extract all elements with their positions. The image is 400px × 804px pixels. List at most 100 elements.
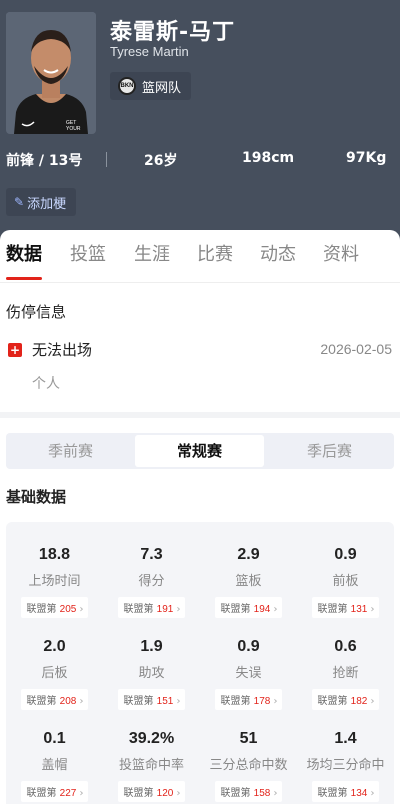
stat-value: 1.4	[334, 730, 357, 747]
stat-value: 39.2%	[128, 730, 175, 747]
tab-news[interactable]: 动态	[260, 240, 296, 266]
season-tab-preseason[interactable]: 季前赛	[6, 433, 135, 469]
stat-cell: 0.1 盖帽 联盟第 227 ›	[6, 730, 103, 802]
stat-cell: 51 三分总命中数 联盟第 158 ›	[200, 730, 297, 802]
active-tab-indicator	[6, 277, 42, 280]
team-chip[interactable]: BKN 篮网队	[110, 72, 192, 100]
season-tab-playoffs[interactable]: 季后赛	[265, 433, 394, 469]
injury-reason: 个人	[32, 376, 60, 392]
stat-rank-badge[interactable]: 联盟第 191 ›	[118, 597, 185, 618]
tab-data[interactable]: 数据	[6, 240, 42, 266]
stat-rank-badge[interactable]: 联盟第 178 ›	[215, 689, 282, 710]
main-card: 数据 投篮 生涯 比赛 动态 资料 伤停信息 + 无法出场 2026-02-05…	[0, 230, 400, 412]
stat-value: 0.1	[43, 730, 66, 747]
chevron-right-icon: ›	[176, 696, 181, 707]
add-meme-button[interactable]: ✎ 添加梗	[6, 188, 77, 216]
rank-prefix: 联盟第	[123, 604, 154, 615]
rank-number: 134	[350, 788, 368, 799]
chevron-right-icon: ›	[370, 604, 375, 615]
stat-label: 前板	[332, 574, 359, 589]
tab-profile[interactable]: 资料	[323, 240, 359, 266]
rank-prefix: 联盟第	[123, 696, 154, 707]
stat-label: 上场时间	[28, 574, 81, 589]
stat-value: 2.9	[237, 546, 260, 563]
team-logo-icon: BKN	[118, 77, 136, 95]
injury-cross-icon: +	[8, 343, 22, 357]
team-name: 篮网队	[142, 80, 182, 96]
main-tabs: 数据 投篮 生涯 比赛 动态 资料	[0, 240, 400, 280]
stat-value: 0.9	[334, 546, 357, 563]
stat-rank-badge[interactable]: 联盟第 194 ›	[215, 597, 282, 618]
stat-label: 失误	[235, 666, 262, 681]
player-age: 26岁	[144, 153, 178, 169]
stat-cell: 18.8 上场时间 联盟第 205 ›	[6, 546, 103, 618]
pencil-icon: ✎	[14, 195, 25, 209]
stat-rank-badge[interactable]: 联盟第 227 ›	[21, 781, 88, 802]
stat-cell: 7.3 得分 联盟第 191 ›	[103, 546, 200, 618]
rank-prefix: 联盟第	[26, 788, 57, 799]
stat-label: 投篮命中率	[118, 758, 184, 773]
rank-number: 182	[350, 696, 368, 707]
stat-rank-badge[interactable]: 联盟第 120 ›	[118, 781, 185, 802]
stat-rank-badge[interactable]: 联盟第 208 ›	[21, 689, 88, 710]
rank-number: 178	[253, 696, 271, 707]
stat-label: 三分总命中数	[209, 758, 288, 773]
stat-rank-badge[interactable]: 联盟第 158 ›	[215, 781, 282, 802]
chevron-right-icon: ›	[176, 604, 181, 615]
chevron-right-icon: ›	[79, 788, 84, 799]
stat-rank-badge[interactable]: 联盟第 182 ›	[312, 689, 379, 710]
chevron-right-icon: ›	[273, 696, 278, 707]
stat-rank-badge[interactable]: 联盟第 134 ›	[312, 781, 379, 802]
stat-label: 助攻	[138, 666, 165, 681]
player-weight: 97Kg	[346, 150, 387, 166]
player-photo: GET YOUR	[6, 12, 96, 134]
chevron-right-icon: ›	[273, 788, 278, 799]
stat-rank-badge[interactable]: 联盟第 151 ›	[118, 689, 185, 710]
chevron-right-icon: ›	[176, 788, 181, 799]
player-bio-row: 前锋 / 13号 26岁 198cm 97Kg	[0, 150, 400, 170]
rank-number: 131	[350, 604, 368, 615]
add-meme-label: 添加梗	[27, 196, 67, 212]
stats-section: 季前赛 常规赛 季后赛 基础数据 18.8 上场时间 联盟第 205 › 7.3…	[0, 418, 400, 804]
rank-number: 191	[156, 604, 174, 615]
bio-divider	[106, 152, 107, 167]
stat-label: 场均三分命中	[306, 758, 385, 773]
rank-number: 158	[253, 788, 271, 799]
svg-text:YOUR: YOUR	[66, 126, 81, 132]
stat-label: 后板	[41, 666, 68, 681]
rank-number: 227	[59, 788, 77, 799]
stat-cell: 2.9 篮板 联盟第 194 ›	[200, 546, 297, 618]
chevron-right-icon: ›	[273, 604, 278, 615]
injury-status: 无法出场	[32, 341, 93, 359]
season-tab-regular[interactable]: 常规赛	[135, 435, 264, 467]
stat-value: 0.9	[237, 638, 260, 655]
stat-rank-badge[interactable]: 联盟第 205 ›	[21, 597, 88, 618]
stat-label: 篮板	[235, 574, 262, 589]
tab-games[interactable]: 比赛	[197, 240, 233, 266]
chevron-right-icon: ›	[79, 604, 84, 615]
rank-prefix: 联盟第	[220, 788, 251, 799]
stat-value: 7.3	[140, 546, 163, 563]
tabs-divider	[0, 282, 400, 283]
stat-cell: 2.0 后板 联盟第 208 ›	[6, 638, 103, 710]
rank-prefix: 联盟第	[220, 604, 251, 615]
player-header: GET YOUR 泰雷斯-马丁 Tyrese Martin BKN 篮网队 前锋…	[0, 0, 400, 240]
stats-grid: 18.8 上场时间 联盟第 205 › 7.3 得分 联盟第 191 › 2.9…	[6, 522, 394, 804]
stat-rank-badge[interactable]: 联盟第 131 ›	[312, 597, 379, 618]
rank-number: 194	[253, 604, 271, 615]
tab-shooting[interactable]: 投篮	[70, 240, 106, 266]
rank-prefix: 联盟第	[317, 604, 348, 615]
tab-career[interactable]: 生涯	[134, 240, 170, 266]
stat-cell: 0.6 抢断 联盟第 182 ›	[297, 638, 394, 710]
rank-number: 120	[156, 788, 174, 799]
rank-prefix: 联盟第	[26, 696, 57, 707]
stat-label: 盖帽	[41, 758, 68, 773]
chevron-right-icon: ›	[79, 696, 84, 707]
rank-number: 151	[156, 696, 174, 707]
basic-stats-title: 基础数据	[6, 488, 67, 506]
stat-cell: 1.4 场均三分命中 联盟第 134 ›	[297, 730, 394, 802]
season-tabs: 季前赛 常规赛 季后赛	[6, 433, 394, 469]
rank-prefix: 联盟第	[317, 696, 348, 707]
stat-value: 18.8	[38, 546, 71, 563]
player-height: 198cm	[242, 150, 295, 166]
